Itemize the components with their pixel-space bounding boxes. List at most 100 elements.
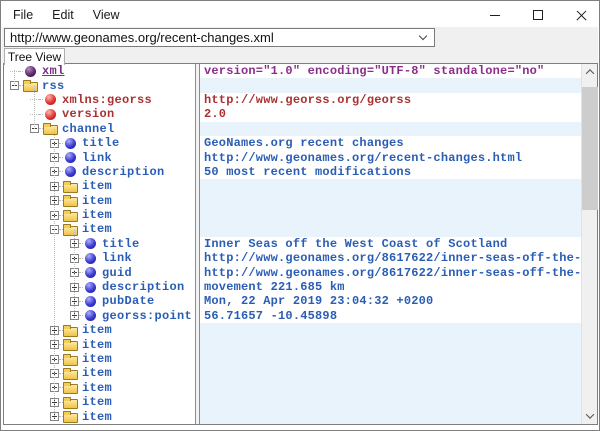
tree-node-label[interactable]: link [82,151,112,165]
content-area: xmlrssxmlns:georssversionchanneltitlelin… [3,63,598,425]
node-value: http://www.geonames.org/8617622/inner-se… [200,266,581,280]
icon-shape [45,94,56,105]
tree-row-channel[interactable]: channel [4,122,195,136]
menu-bar: File Edit View [1,3,133,27]
url-combobox[interactable] [4,28,435,47]
tree-row-version[interactable]: version [4,107,195,121]
folder-icon [63,324,78,337]
tree-row-georss:point[interactable]: georss:point [4,309,195,323]
tree-node-label[interactable]: version [62,107,115,121]
tree-node-label[interactable]: guid [102,266,132,280]
icon-shape [63,370,78,380]
ball-blue-icon [83,281,98,294]
icon-shape [63,413,78,423]
tree-node-label[interactable]: xmlns:georss [62,93,152,107]
tree-row-item[interactable]: item [4,395,195,409]
tree-row-item[interactable]: item [4,208,195,222]
minimize-button[interactable] [478,5,512,25]
scrollbar-thumb[interactable] [582,87,598,210]
value-row [200,194,581,208]
value-row [200,78,581,92]
maximize-button[interactable] [521,5,555,25]
tree-row-guid[interactable]: guid [4,265,195,279]
tree-row-description[interactable]: description [4,165,195,179]
tree-node-label[interactable]: item [82,366,112,380]
tree-row-title[interactable]: title [4,237,195,251]
tree-node-label[interactable]: item [82,395,112,409]
menu-item-file[interactable]: File [7,5,39,25]
tree-node-label[interactable]: description [82,165,165,179]
tree-row-rss[interactable]: rss [4,78,195,92]
value-row: Inner Seas off the West Coast of Scotlan… [200,237,581,251]
node-value: version="1.0" encoding="UTF-8" standalon… [200,64,544,78]
tree-node-label[interactable]: item [82,352,112,366]
tree-row-xmlns:georss[interactable]: xmlns:georss [4,93,195,107]
tree-node-label[interactable]: item [82,208,112,222]
tree-row-xml[interactable]: xml [4,64,195,78]
tree-row-description[interactable]: description [4,280,195,294]
tree-row-item[interactable]: item [4,337,195,351]
icon-shape [65,152,76,163]
tree-node-label[interactable]: description [102,280,185,294]
node-value: 50 most recent modifications [200,165,411,179]
tree-row-item[interactable]: item [4,366,195,380]
tree-node-label[interactable]: title [102,237,140,251]
maximize-icon [533,10,543,20]
folder-icon [63,194,78,207]
value-row [200,323,581,337]
ball-blue-icon [83,237,98,250]
tree-node-label[interactable]: channel [62,122,115,136]
value-row: GeoNames.org recent changes [200,136,581,150]
tree-node-label[interactable]: item [82,381,112,395]
tree-row-item[interactable]: item [4,381,195,395]
tree-node-label[interactable]: link [102,251,132,265]
tree-row-pubDate[interactable]: pubDate [4,294,195,308]
icon-shape [65,138,76,149]
connector-line [34,86,35,129]
url-input[interactable] [5,30,420,46]
tree-node-label[interactable]: item [82,338,112,352]
node-value: movement 221.685 km [200,280,345,294]
tree-node-label[interactable]: georss:point [102,309,192,323]
tree-node-label[interactable]: title [82,136,120,150]
tree-node-label[interactable]: item [82,410,112,424]
tree-row-item[interactable]: item [4,222,195,236]
tree-row-item[interactable]: item [4,409,195,423]
node-value: 2.0 [200,107,226,121]
scroll-up-button[interactable] [582,64,598,80]
menu-item-view[interactable]: View [87,5,126,25]
tree-node-label[interactable]: xml [42,64,65,78]
tree-node-label[interactable]: item [82,194,112,208]
node-value: http://www.geonames.org/8617622/inner-se… [200,251,581,265]
tree-node-label[interactable]: rss [42,79,65,93]
value-row: version="1.0" encoding="UTF-8" standalon… [200,64,581,78]
value-row: http://www.georss.org/georss [200,93,581,107]
tree-row-item[interactable]: item [4,352,195,366]
ball-blue-icon [63,137,78,150]
tree-row-title[interactable]: title [4,136,195,150]
chevron-down-icon[interactable] [419,32,427,40]
tree-node-label[interactable]: item [82,222,112,236]
menu-item-edit[interactable]: Edit [46,5,80,25]
tree-row-item[interactable]: item [4,323,195,337]
ball-blue-icon [83,252,98,265]
tree-row-item[interactable]: item [4,179,195,193]
value-row: movement 221.685 km [200,280,581,294]
tree-row-item[interactable]: item [4,194,195,208]
tree-node-label[interactable]: pubDate [102,294,155,308]
value-row [200,381,581,395]
ball-purple-icon [23,65,38,78]
scroll-down-button[interactable] [582,408,598,424]
folder-icon [63,180,78,193]
vertical-scrollbar[interactable] [581,64,597,424]
close-button[interactable] [564,5,598,25]
tree-row-link[interactable]: link [4,251,195,265]
icon-shape [63,197,78,207]
tree-node-label[interactable]: item [82,323,112,337]
tab-tree-view[interactable]: Tree View [4,48,65,65]
folder-icon [43,122,58,135]
icon-shape [45,109,56,120]
tree-node-label[interactable]: item [82,179,112,193]
value-row: http://www.geonames.org/8617622/inner-se… [200,265,581,279]
tree-row-link[interactable]: link [4,150,195,164]
